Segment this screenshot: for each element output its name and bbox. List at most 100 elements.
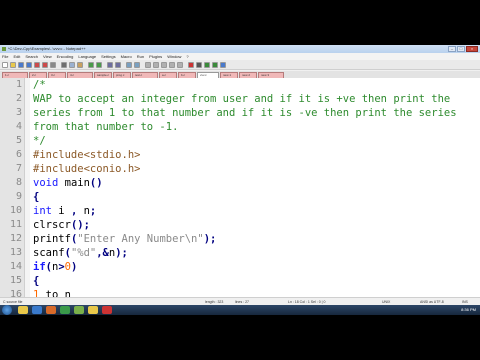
code-line[interactable]: 3 series from 1 to that number and if it … — [0, 106, 480, 120]
menu-plugins[interactable]: Plugins — [149, 54, 162, 59]
code-line[interactable]: 15 { — [0, 274, 480, 288]
line-number: 3 — [15, 107, 22, 118]
code-editor[interactable]: 1 /* 2 WAP to accept an integer from user a… — [0, 78, 480, 315]
notepadpp-logo-icon — [2, 47, 6, 51]
zoom-in-icon[interactable] — [126, 61, 132, 68]
code-line[interactable]: 12 printf("Enter Any Number\n"); — [0, 232, 480, 246]
paste-icon[interactable] — [77, 61, 83, 68]
code-text: clrscr(); — [33, 219, 90, 231]
notepadpp-window: *C:\Dev-Cpp\Examples\..\vvv.c - Notepad+… — [0, 45, 480, 315]
line-number: 4 — [15, 121, 22, 132]
code-text: series from 1 to that number and if it i… — [33, 107, 457, 119]
notepadpp-icon[interactable] — [74, 306, 84, 314]
line-number: 6 — [15, 149, 22, 160]
zoom-out-icon[interactable] — [134, 61, 140, 68]
open-icon[interactable] — [10, 61, 16, 68]
code-line[interactable]: 8 void main() — [0, 176, 480, 190]
menu-window[interactable]: Window — [167, 54, 181, 59]
code-line[interactable]: 5 */ — [0, 134, 480, 148]
stop-icon[interactable] — [196, 61, 202, 68]
record-icon[interactable] — [188, 61, 194, 68]
undo-icon[interactable] — [88, 61, 94, 68]
code-line[interactable]: 13 scanf("%d",&n); — [0, 246, 480, 260]
recorder-icon[interactable] — [102, 306, 112, 314]
line-number: 2 — [15, 93, 22, 104]
play-icon[interactable] — [204, 61, 210, 68]
code-text: from that number to -1. — [33, 121, 179, 133]
find-icon[interactable] — [107, 61, 113, 68]
code-text: int i , n; — [33, 205, 97, 217]
code-text: if(n>0) — [33, 261, 78, 273]
close-window-button[interactable]: × — [466, 46, 478, 52]
menu-run[interactable]: Run — [137, 54, 144, 59]
close-icon[interactable] — [34, 61, 40, 68]
start-button[interactable] — [2, 305, 12, 315]
all-chars-icon[interactable] — [169, 61, 175, 68]
menu-view[interactable]: View — [43, 54, 52, 59]
menu-encoding[interactable]: Encoding — [57, 54, 74, 59]
menu-search[interactable]: Search — [25, 54, 38, 59]
menu-settings[interactable]: Settings — [101, 54, 115, 59]
run-multi-icon[interactable] — [212, 61, 218, 68]
copy-icon[interactable] — [69, 61, 75, 68]
line-number: 15 — [9, 275, 22, 286]
menu-edit[interactable]: Edit — [13, 54, 20, 59]
line-number: 12 — [9, 233, 22, 244]
line-number: 14 — [9, 261, 22, 272]
redo-icon[interactable] — [96, 61, 102, 68]
code-text: { — [33, 275, 40, 287]
window-controls: – □ × — [448, 46, 478, 52]
save-icon[interactable] — [18, 61, 24, 68]
save-macro-icon[interactable] — [220, 61, 226, 68]
line-number: 11 — [9, 219, 22, 230]
replace-icon[interactable] — [115, 61, 121, 68]
code-line[interactable]: 2 WAP to accept an integer from user and … — [0, 92, 480, 106]
video-frame: *C:\Dev-Cpp\Examples\..\vvv.c - Notepad+… — [0, 0, 480, 360]
code-line[interactable]: 6 #include<stdio.h> — [0, 148, 480, 162]
code-line[interactable]: 4 from that number to -1. — [0, 120, 480, 134]
media-icon[interactable] — [46, 306, 56, 314]
toolbar — [0, 60, 480, 70]
explorer-icon[interactable] — [18, 306, 28, 314]
app-icon[interactable] — [60, 306, 70, 314]
line-number: 8 — [15, 177, 22, 188]
wrap-icon[interactable] — [161, 61, 167, 68]
minimize-button[interactable]: – — [448, 46, 456, 52]
code-text: scanf("%d",&n); — [33, 247, 128, 259]
windows-taskbar: 8:36 PM — [0, 305, 480, 315]
maximize-button[interactable]: □ — [457, 46, 465, 52]
sync-v-icon[interactable] — [145, 61, 151, 68]
line-number: 5 — [15, 135, 22, 146]
line-number: 7 — [15, 163, 22, 174]
line-number: 1 — [15, 79, 22, 90]
code-line[interactable]: 7 #include<conio.h> — [0, 162, 480, 176]
code-line[interactable]: 10 int i , n; — [0, 204, 480, 218]
code-line[interactable]: 11 clrscr(); — [0, 218, 480, 232]
code-line[interactable]: 14 if(n>0) — [0, 260, 480, 274]
menu-macro[interactable]: Macro — [121, 54, 132, 59]
line-number: 13 — [9, 247, 22, 258]
menu-bar: File Edit Search View Encoding Language … — [0, 53, 480, 60]
close-all-icon[interactable] — [42, 61, 48, 68]
folder-icon[interactable] — [88, 306, 98, 314]
line-number: 9 — [15, 191, 22, 202]
clock: 8:36 PM — [461, 307, 476, 312]
window-title: *C:\Dev-Cpp\Examples\..\vvv.c - Notepad+… — [8, 46, 86, 51]
menu-help[interactable]: ? — [186, 54, 188, 59]
code-text: #include<stdio.h> — [33, 149, 141, 161]
cut-icon[interactable] — [61, 61, 67, 68]
new-icon[interactable] — [2, 61, 8, 68]
code-text: printf("Enter Any Number\n"); — [33, 233, 217, 245]
code-line[interactable]: 9{ — [0, 190, 480, 204]
title-bar: *C:\Dev-Cpp\Examples\..\vvv.c - Notepad+… — [0, 45, 480, 53]
code-line[interactable]: 1 /* — [0, 78, 480, 92]
code-text: */ — [33, 135, 46, 147]
menu-file[interactable]: File — [2, 54, 8, 59]
sync-h-icon[interactable] — [153, 61, 159, 68]
browser-icon[interactable] — [32, 306, 42, 314]
menu-language[interactable]: Language — [78, 54, 96, 59]
code-text: #include<conio.h> — [33, 163, 141, 175]
indent-guide-icon[interactable] — [177, 61, 183, 68]
save-all-icon[interactable] — [26, 61, 32, 68]
print-icon[interactable] — [50, 61, 56, 68]
